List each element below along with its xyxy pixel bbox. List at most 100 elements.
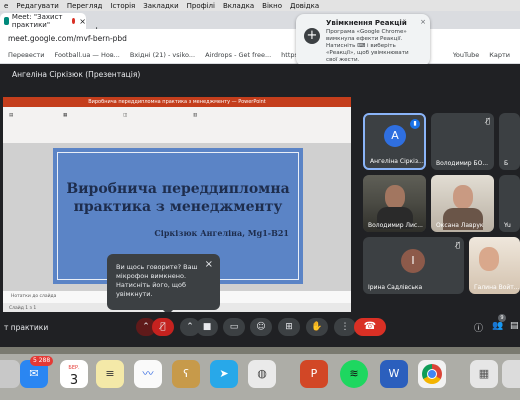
menu-item[interactable]: Профілі xyxy=(187,2,215,10)
leave-call-button[interactable]: ☎ xyxy=(354,318,386,336)
trash-app-icon[interactable] xyxy=(502,360,520,388)
menu-item[interactable]: Вкладка xyxy=(223,2,254,10)
powerpoint-title-bar: Виробнича переддипломна практика з менед… xyxy=(3,97,351,107)
bookmark-item[interactable]: YouTube xyxy=(453,51,479,59)
participant-tile[interactable]: Yu xyxy=(499,175,520,232)
bookmark-item[interactable]: Перевести xyxy=(8,51,44,59)
notification-banner[interactable]: + Увімкнення Реакцій Програма «Google Ch… xyxy=(296,14,430,66)
participant-tile[interactable]: Оксана Лаврук xyxy=(431,175,494,232)
notes-app-icon[interactable]: ≡ xyxy=(96,360,124,388)
person-face xyxy=(385,185,405,209)
participant-name: Б xyxy=(504,160,509,167)
menu-item[interactable]: е xyxy=(4,2,8,10)
mic-off-icon: 🎙̸ xyxy=(455,241,460,249)
chevron-up-icon: ⌃ xyxy=(186,322,194,332)
participant-tile[interactable]: Володимир Лис... xyxy=(363,175,426,232)
menu-item[interactable]: Редагувати xyxy=(16,2,59,10)
menu-bar: е Редагувати Перегляд Історія Закладки П… xyxy=(0,0,520,11)
chevron-up-icon: ⌃ xyxy=(142,322,150,332)
video-camera-icon: ■ xyxy=(202,322,212,332)
avatar: А xyxy=(384,125,406,147)
participant-tile[interactable]: Б xyxy=(499,113,520,170)
participant-tile[interactable]: А ▮ Ангеліна Сіркіз... xyxy=(363,113,426,170)
reactions-button[interactable]: ☺ xyxy=(250,318,272,336)
chat-icon[interactable]: ▤ xyxy=(510,321,519,331)
meet-favicon-icon xyxy=(4,17,9,25)
participant-name: Володимир БО... xyxy=(436,160,489,167)
more-options-button[interactable]: ⋮ xyxy=(334,318,356,336)
address-bar[interactable]: meet.google.com/mvf-bern-pbd xyxy=(0,29,520,47)
ribbon-icon: ▦ xyxy=(63,113,68,118)
url-text[interactable]: meet.google.com/mvf-bern-pbd xyxy=(8,34,127,43)
hand-icon: ✋ xyxy=(311,322,323,332)
chrome-icon xyxy=(422,364,442,384)
bookmark-item[interactable]: Football.ua — Нов... xyxy=(54,51,119,59)
bookmarks-bar: Перевести Football.ua — Нов... Вхідні (2… xyxy=(0,47,520,64)
tab-title: Meet: "Захист практики" xyxy=(11,13,63,29)
participant-count-badge: 9 xyxy=(498,314,506,322)
system-app-icon[interactable]: ◍ xyxy=(248,360,276,388)
spotify-app-icon[interactable]: ≋ xyxy=(340,360,368,388)
calendar-day: 3 xyxy=(69,373,79,388)
participant-name: Ангеліна Сіркіз... xyxy=(370,158,424,165)
calendar-app-icon[interactable]: БЕР. 3 xyxy=(60,360,88,388)
word-app-icon[interactable]: W xyxy=(380,360,408,388)
chrome-app-icon[interactable] xyxy=(418,360,446,388)
present-screen-icon: ⊞ xyxy=(285,322,293,332)
dock-app-icon[interactable] xyxy=(0,360,20,388)
speaking-indicator-icon: ▮ xyxy=(410,119,420,129)
add-icon: + xyxy=(304,28,320,44)
presenter-label: Ангеліна Сіркізюк (Презентація) xyxy=(12,70,141,79)
people-icon[interactable]: 👥 xyxy=(492,321,503,331)
tooltip-close-button[interactable]: × xyxy=(205,259,213,270)
ribbon-icon: ▤ xyxy=(9,113,14,118)
captions-button[interactable]: ▭ xyxy=(223,318,245,336)
present-button[interactable]: ⊞ xyxy=(278,318,300,336)
slide-subtitle: Сіркізюк Ангеліна, Mg1-B21 xyxy=(154,228,289,238)
menu-item[interactable]: Закладки xyxy=(143,2,178,10)
notification-title: Увімкнення Реакцій xyxy=(326,19,407,27)
menu-item[interactable]: Перегляд xyxy=(67,2,103,10)
telegram-app-icon[interactable]: ➤ xyxy=(210,360,238,388)
person-face xyxy=(453,185,473,209)
participant-tile[interactable]: Галина Войт... xyxy=(469,237,520,294)
meeting-title: т практики xyxy=(4,323,49,332)
ribbon-icon: ▥ xyxy=(193,113,198,118)
bear-app-icon[interactable]: ʕ xyxy=(172,360,200,388)
hangup-icon: ☎ xyxy=(363,321,377,332)
chrome-center-icon xyxy=(427,369,437,379)
raise-hand-button[interactable]: ✋ xyxy=(306,318,328,336)
avatar: І xyxy=(401,249,425,273)
participant-name: Володимир Лис... xyxy=(368,222,423,229)
bookmark-item[interactable]: Вхідні (21) - vsiko... xyxy=(130,51,195,59)
finder-app-icon[interactable]: ▦ xyxy=(470,360,498,388)
more-vert-icon: ⋮ xyxy=(340,322,350,332)
mic-toggle-button[interactable]: 🎙̸ xyxy=(152,318,174,336)
menu-item[interactable]: Довідка xyxy=(290,2,319,10)
powerpoint-ribbon: ▤ ▦ ◫ ▥ xyxy=(3,107,351,144)
participant-name: Yu xyxy=(504,222,511,229)
slide-title: Виробнича переддипломна практика з менед… xyxy=(66,181,290,215)
powerpoint-app-icon[interactable]: P xyxy=(300,360,328,388)
notification-body: Програма «Google Chrome» вимкнула ефекти… xyxy=(326,29,409,63)
tab-meet[interactable]: Meet: "Захист практики" × xyxy=(0,13,86,29)
notification-close-button[interactable]: × xyxy=(420,18,426,26)
emoji-icon: ☺ xyxy=(256,322,266,332)
captions-icon: ▭ xyxy=(229,322,239,332)
recording-dot-icon xyxy=(71,18,76,24)
participant-tile[interactable]: І 🎙̸ Ірина Садлівська xyxy=(363,237,464,294)
bookmark-item[interactable]: Карти xyxy=(489,51,510,59)
info-icon[interactable]: ⓘ xyxy=(474,321,483,334)
close-tab-icon[interactable]: × xyxy=(79,17,86,26)
ribbon-icon: ◫ xyxy=(123,113,128,118)
menu-item[interactable]: Історія xyxy=(110,2,135,10)
mail-badge: 5 288 xyxy=(30,356,54,366)
participant-name: Галина Войт... xyxy=(474,284,520,291)
camera-toggle-button[interactable]: ■ xyxy=(196,318,218,336)
menu-item[interactable]: Вікно xyxy=(262,2,282,10)
participant-name: Оксана Лаврук xyxy=(436,222,484,229)
participant-tile[interactable]: 🎙̸ Володимир БО... xyxy=(431,113,494,170)
freeform-app-icon[interactable]: 〰 xyxy=(134,360,162,388)
bookmark-item[interactable]: Airdrops - Get free... xyxy=(205,51,271,59)
person-face xyxy=(479,247,499,271)
